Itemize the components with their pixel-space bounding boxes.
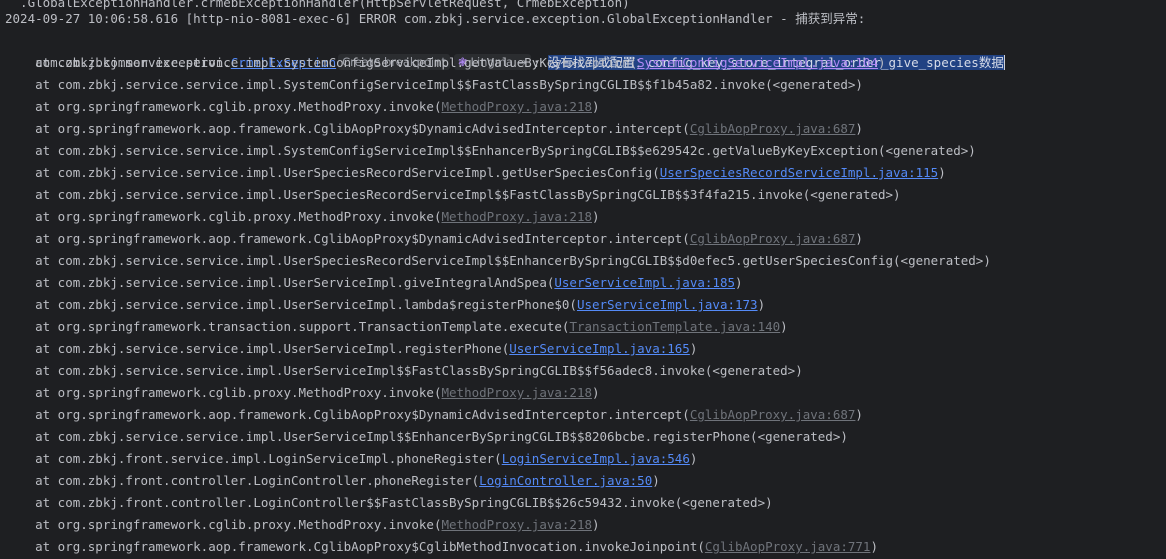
stack-frame-method: at com.zbkj.front.controller.LoginContro… [5,495,773,510]
stack-frame-line: at com.zbkj.service.service.impl.UserSer… [5,294,765,316]
stack-frame-method: at com.zbkj.service.service.impl.UserSpe… [5,187,901,202]
stack-frame-line: at com.zbkj.service.service.impl.UserSer… [5,426,848,448]
stack-frame-method: at com.zbkj.service.service.impl.UserSpe… [5,253,991,268]
stack-frame-method: at com.zbkj.front.controller.LoginContro… [5,473,480,488]
source-link[interactable]: UserSpeciesRecordServiceImpl.java:115 [660,165,938,180]
stack-frame-line: at com.zbkj.service.service.impl.UserSer… [5,338,697,360]
stack-frame-line: at com.zbkj.service.service.impl.UserSer… [5,360,803,382]
text-caret [1003,55,1005,70]
stack-frame-method: at com.zbkj.service.service.impl.UserSpe… [5,165,660,180]
stack-frame-method: at com.zbkj.service.service.impl.SystemC… [5,77,863,92]
source-link[interactable]: TransactionTemplate.java:140 [569,319,780,334]
stack-frame-line: at com.zbkj.service.service.impl.UserSpe… [5,250,991,272]
stack-frame-method: at org.springframework.aop.framework.Cgl… [5,231,690,246]
source-link[interactable]: MethodProxy.java:218 [442,517,593,532]
stack-frame-line: at org.springframework.aop.framework.Cgl… [5,118,863,140]
source-link[interactable]: UserServiceImpl.java:173 [577,297,758,312]
source-link[interactable]: SystemConfigServiceImpl.java:104 [637,55,878,70]
stack-frame-method: at com.zbkj.service.service.impl.UserSer… [5,363,803,378]
stack-frame-line: at com.zbkj.service.service.impl.SystemC… [5,140,976,162]
stack-frame-close-paren: ) [689,341,698,356]
source-link[interactable]: CglibAopProxy.java:687 [690,121,856,136]
stack-frame-method: at org.springframework.aop.framework.Cgl… [5,407,690,422]
stack-frame-method: at org.springframework.aop.framework.Cgl… [5,121,690,136]
stack-frame-close-paren: ) [592,517,600,532]
stack-frame-method: at com.zbkj.service.service.impl.SystemC… [5,143,976,158]
console-output[interactable]: .GlobalExceptionHandler.crmebExceptionHa… [0,0,1166,559]
log-header-line: 2024-09-27 10:06:58.616 [http-nio-8081-e… [5,11,866,26]
stack-frame-line: at org.springframework.cglib.proxy.Metho… [5,96,600,118]
stack-frame-line: at com.zbkj.front.controller.LoginContro… [5,470,660,492]
stack-frame-line: at org.springframework.aop.framework.Cgl… [5,404,863,426]
source-link[interactable]: UserServiceImpl.java:185 [554,275,735,290]
source-link[interactable]: MethodProxy.java:218 [442,99,593,114]
stack-frame-method: at org.springframework.transaction.suppo… [5,319,570,334]
stack-frame-line: at org.springframework.cglib.proxy.Metho… [5,206,600,228]
stack-frame-close-paren: ) [592,209,600,224]
stack-frame-line: at com.zbkj.service.service.impl.SystemC… [5,52,886,74]
stack-frame-line: at org.springframework.aop.framework.Cgl… [5,536,878,558]
stack-frame-method: at org.springframework.cglib.proxy.Metho… [5,385,442,400]
stack-frame-method: at org.springframework.aop.framework.Cgl… [5,539,705,554]
stack-frame-method: at org.springframework.cglib.proxy.Metho… [5,209,442,224]
stack-frame-line: at org.springframework.cglib.proxy.Metho… [5,382,600,404]
stack-frame-close-paren: ) [877,55,886,70]
stack-frame-line: at com.zbkj.front.service.impl.LoginServ… [5,448,697,470]
source-link[interactable]: CglibAopProxy.java:687 [690,231,856,246]
stack-frame-method: at org.springframework.cglib.proxy.Metho… [5,517,442,532]
source-link[interactable]: UserServiceImpl.java:165 [509,341,690,356]
stack-frame-close-paren: ) [735,275,743,290]
source-link[interactable]: MethodProxy.java:218 [442,209,593,224]
stack-frame-method: at org.springframework.cglib.proxy.Metho… [5,99,442,114]
stack-frame-close-paren: ) [689,451,698,466]
stack-frame-close-paren: ) [855,121,863,136]
stack-frame-method: at com.zbkj.front.service.impl.LoginServ… [5,451,502,466]
stack-frame-method: at com.zbkj.service.service.impl.UserSer… [5,275,555,290]
stack-frame-close-paren: ) [870,539,878,554]
source-link[interactable]: CglibAopProxy.java:771 [705,539,871,554]
stack-frame-line: at org.springframework.transaction.suppo… [5,316,788,338]
stack-frame-close-paren: ) [652,473,660,488]
stack-frame-method: at com.zbkj.service.service.impl.SystemC… [5,55,638,70]
stack-frame-close-paren: ) [938,165,946,180]
stack-frame-close-paren: ) [780,319,788,334]
source-link[interactable]: CglibAopProxy.java:687 [690,407,856,422]
stack-frame-method: at com.zbkj.service.service.impl.UserSer… [5,297,577,312]
stack-frame-line: at com.zbkj.service.service.impl.SystemC… [5,74,863,96]
stack-frame-close-paren: ) [592,99,600,114]
stack-frame-method: at com.zbkj.service.service.impl.UserSer… [5,341,510,356]
exception-line: com.zbkj.common.exception.CrmebException… [5,30,1005,70]
stack-frame-line: at org.springframework.aop.framework.Cgl… [5,228,863,250]
stack-frame-line: at org.springframework.cglib.proxy.Metho… [5,514,600,536]
stack-frame-close-paren: ) [757,297,766,312]
stack-frame-close-paren: ) [592,385,600,400]
stack-frame-method: at com.zbkj.service.service.impl.UserSer… [5,429,848,444]
stack-frame-line: at com.zbkj.service.service.impl.UserSpe… [5,184,901,206]
stack-frame-close-paren: ) [855,407,863,422]
stack-frame-line: at com.zbkj.service.service.impl.UserSer… [5,272,743,294]
stack-frame-line: at com.zbkj.service.service.impl.UserSpe… [5,162,946,184]
source-link[interactable]: LoginServiceImpl.java:546 [502,451,690,466]
source-link[interactable]: LoginController.java:50 [479,473,652,488]
stack-frame-close-paren: ) [855,231,863,246]
source-link[interactable]: MethodProxy.java:218 [442,385,593,400]
stack-frame-line: at com.zbkj.front.controller.LoginContro… [5,492,773,514]
